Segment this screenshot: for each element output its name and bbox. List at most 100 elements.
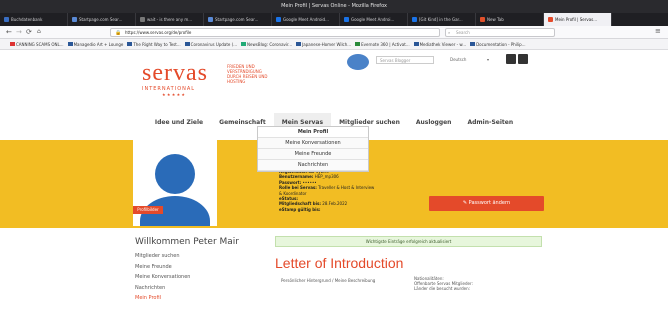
social-icons: [506, 54, 528, 65]
logo-brand: servas: [142, 60, 208, 86]
tab-label: wait - is there any m...: [147, 17, 193, 22]
header-search-placeholder: Servas Blogger: [380, 58, 411, 63]
tab-label: Mein Profil | Servas...: [555, 17, 598, 22]
tab-7[interactable]: New Tab: [476, 13, 544, 26]
tab-favicon: [4, 17, 9, 22]
bookmark-label: Coronavirus Update (...: [190, 41, 238, 47]
bookmark-label: Mediathek Viewer - w...: [419, 41, 467, 47]
bookmark-label: The Right Way to Test...: [133, 41, 181, 47]
detail-label: eStamp gültig bis:: [279, 206, 321, 212]
bookmark-item[interactable]: The Right Way to Test...: [127, 41, 181, 47]
bookmark-icon: [355, 42, 361, 46]
menu-icon[interactable]: ≡: [655, 27, 661, 35]
avatar-head: [155, 154, 195, 194]
side-menu-meine-konversationen[interactable]: Meine Konversationen: [135, 272, 190, 283]
visited-countries-label: Länder die besucht wurden:: [414, 286, 470, 291]
bookmark-item[interactable]: Documentation - Philip...: [470, 41, 526, 47]
tab-favicon: [480, 17, 485, 22]
back-icon[interactable]: ←: [6, 28, 12, 36]
bookmark-item[interactable]: Mediathek Viewer - w...: [413, 41, 467, 47]
bookmark-item[interactable]: CANNING SCAMS ONL...: [10, 42, 64, 47]
lock-icon: 🔒: [115, 30, 122, 36]
detail-label: eStatus:: [279, 196, 298, 202]
language-label: Deutsch: [450, 57, 467, 62]
success-alert: Wichtigste Einträge erfolgreich aktualis…: [275, 236, 542, 247]
detail-value: ••••••: [302, 179, 317, 185]
bookmark-item[interactable]: Japanese-Homer Wilch...: [296, 42, 351, 47]
logo-tagline-4: HOSTING: [227, 79, 246, 84]
side-menu-nachrichten[interactable]: Nachrichten: [135, 283, 190, 294]
bookmark-label: Documentation - Philip...: [476, 41, 526, 47]
detail-value: Traveller & Host & Interview: [318, 185, 375, 191]
tab-label: Buchdatenbank: [11, 17, 43, 22]
bookmark-label: CANNING SCAMS ONL...: [16, 41, 64, 47]
tab-label: Startpage.com Sear...: [79, 17, 123, 22]
side-menu-mein-profil[interactable]: Mein Profil: [135, 293, 190, 304]
tab-favicon: [344, 17, 349, 22]
mein-servas-dropdown: Mein Profil Meine Konversationen Meine F…: [257, 126, 369, 172]
bookmark-label: NewsBlog: Coronavir...: [247, 41, 293, 47]
bookmark-icon: [10, 42, 15, 46]
dropdown-mein-profil[interactable]: Mein Profil: [258, 127, 368, 138]
url-bar[interactable]: 🔒 https://www.servas.org/de/profile: [110, 28, 440, 37]
dropdown-meine-konversationen[interactable]: Meine Konversationen: [258, 138, 368, 149]
tab-favicon: [140, 17, 145, 22]
bookmark-item[interactable]: Coronavirus Update (...: [184, 41, 238, 47]
bookmark-item[interactable]: NewsBlog: Coronavir...: [241, 42, 292, 47]
tab-favicon: [412, 17, 417, 22]
personal-background-label: Persönlicher Hintergrund / Meine Beschre…: [281, 278, 376, 283]
bookmark-icon: [241, 42, 247, 46]
right-info-labels: Nationalitäten: Offenbarte Servas Mitgli…: [414, 276, 473, 291]
side-menu-meine-freunde[interactable]: Meine Freunde: [135, 262, 190, 273]
bookmark-item[interactable]: Managedio Art + Lounge: [67, 42, 123, 47]
home-icon[interactable]: ⌂: [37, 28, 41, 35]
tab-favicon: [548, 17, 553, 22]
profile-details: Registration-Id: Sybille Benutzername: H…: [279, 169, 374, 212]
change-password-button[interactable]: ✎ Passwort ändern: [429, 196, 544, 211]
tab-0[interactable]: Buchdatenbank: [0, 13, 68, 26]
dropdown-nachrichten[interactable]: Nachrichten: [258, 160, 368, 171]
detail-label: Mitgliedschaft bis:: [279, 201, 322, 207]
tab-6[interactable]: [Git Kind] in the Gar...: [408, 13, 476, 26]
tab-3[interactable]: Startpage.com Sear...: [204, 13, 272, 26]
forward-icon[interactable]: →: [16, 28, 22, 36]
twitter-icon[interactable]: [518, 54, 528, 64]
window-title: Mein Profil | Servas Online - Mozilla Fi…: [0, 0, 668, 13]
tab-favicon: [276, 17, 281, 22]
tab-label: Google Meet Androi...: [351, 17, 395, 22]
tab-label: New Tab: [487, 17, 504, 22]
chat-icon[interactable]: [347, 54, 369, 70]
bookmark-icon: [67, 42, 73, 46]
side-menu-mitglieder-suchen[interactable]: Mitglieder suchen: [135, 251, 190, 262]
logo-stars: ★ ★ ★ ★ ★: [162, 92, 186, 97]
search-field[interactable]: ⌕ Search: [445, 28, 555, 37]
facebook-icon[interactable]: [506, 54, 516, 64]
tab-5[interactable]: Google Meet Androi...: [340, 13, 408, 26]
side-menu: Mitglieder suchen Meine Freunde Meine Ko…: [135, 251, 190, 304]
bookmark-icon: [413, 42, 419, 46]
detail-label: Rolle bei Servas:: [279, 185, 317, 191]
detail-row: eStamp gültig bis:: [279, 207, 374, 212]
bookmark-label: Japanese-Homer Wilch...: [302, 41, 352, 47]
detail-value: 28.Feb.2022: [322, 201, 348, 207]
detail-label: Passwort:: [279, 179, 302, 185]
bookmark-icon: [127, 42, 133, 46]
reload-icon[interactable]: ⟳: [26, 28, 32, 36]
bookmark-item[interactable]: Evernote 360 | Activat...: [355, 41, 410, 47]
detail-value: & Koordinator: [279, 190, 307, 196]
dropdown-meine-freunde[interactable]: Meine Freunde: [258, 149, 368, 160]
bookmarks-bar: CANNING SCAMS ONL... Managedio Art + Lou…: [0, 39, 668, 50]
language-select[interactable]: Deutsch ▾: [450, 56, 495, 64]
avatar-tag[interactable]: Profilbilder: [133, 206, 163, 214]
tab-4[interactable]: Google Meet Android...: [272, 13, 340, 26]
tab-favicon: [208, 17, 213, 22]
tab-2[interactable]: wait - is there any m...: [136, 13, 204, 26]
bookmark-label: Evernote 360 | Activat...: [361, 41, 410, 47]
chevron-down-icon: ▾: [487, 57, 490, 62]
tab-8-active[interactable]: Mein Profil | Servas...: [544, 13, 612, 26]
tab-label: Startpage.com Sear...: [215, 17, 259, 22]
bookmark-icon: [470, 42, 476, 46]
tab-label: Google Meet Android...: [283, 17, 329, 22]
tab-1[interactable]: Startpage.com Sear...: [68, 13, 136, 26]
header-search-input[interactable]: Servas Blogger: [376, 56, 434, 64]
